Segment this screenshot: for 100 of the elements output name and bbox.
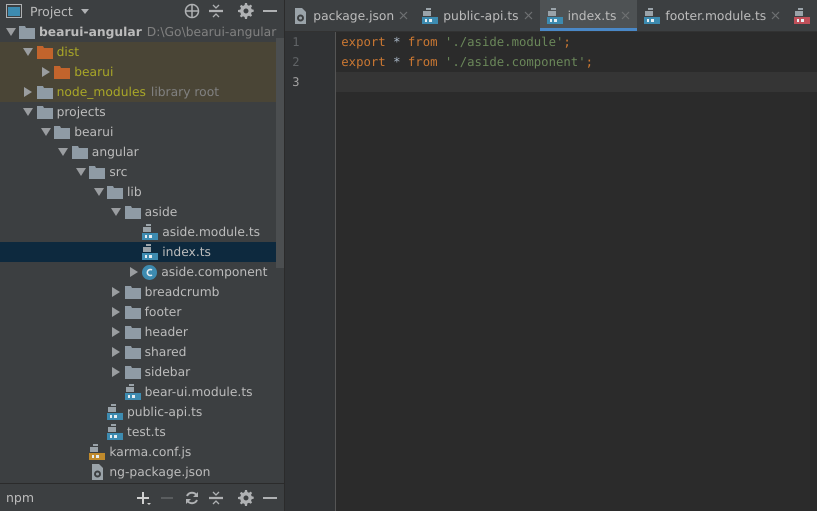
collapsed-arrow-icon[interactable] [111,287,122,297]
file-icon [89,444,106,460]
tree-row[interactable]: header [0,322,276,342]
file-name: ng-package.json [109,465,210,479]
tree-row[interactable]: aside [0,202,276,222]
file-name: bearui [74,125,114,139]
file-name: test.ts [127,425,166,439]
expanded-arrow-icon[interactable] [58,147,68,157]
tree-row[interactable]: aside.module.ts [0,222,276,242]
panel-title[interactable]: npm [6,490,34,505]
tree-row[interactable]: sidebar [0,362,276,382]
file-icon [422,8,438,24]
tree-row[interactable]: lib [0,182,276,202]
file-name: aside [144,205,178,219]
file-name: bearui-angular [39,25,142,39]
scrollbar[interactable] [276,38,284,268]
folder-icon [124,326,141,338]
expanded-arrow-icon[interactable] [23,107,34,117]
tree-row[interactable]: index.ts [0,242,276,262]
folder-icon [124,346,141,358]
collapsed-arrow-icon[interactable] [111,327,122,337]
file-name: aside.component [161,265,268,279]
editor-tab[interactable]: package.json [285,0,416,31]
file-name: aside.module.ts [162,225,260,239]
dropdown-caret-icon[interactable] [80,8,89,14]
folder-icon [124,206,141,218]
collapsed-arrow-icon[interactable] [111,347,122,357]
tree-row[interactable]: src [0,162,276,182]
tree-row[interactable]: aside.component [0,262,276,282]
folder-icon [36,46,53,58]
collapsed-arrow-icon[interactable] [111,307,122,317]
file-name: bear-ui.module.ts [144,385,253,399]
folder-icon [89,166,106,178]
file-name: lib [127,185,142,199]
expanded-arrow-icon[interactable] [23,47,34,57]
file-name: public-api.ts [127,405,202,419]
file-name: angular [92,145,139,159]
tree-row[interactable]: bearui [0,62,276,82]
folder-icon [124,286,141,298]
code-line: export * from './aside.component'; [340,54,594,71]
tree-row[interactable]: angular [0,142,276,162]
collapse-all-icon[interactable] [208,3,224,19]
file-name: header [144,325,188,339]
file-name: dist [56,45,80,59]
add-icon[interactable] [136,490,152,506]
json-file-icon [292,8,308,24]
path-hint: library root [150,85,220,99]
settings-icon[interactable] [238,3,254,19]
collapsed-arrow-icon[interactable] [128,267,139,277]
tree-row[interactable]: test.ts [0,422,276,442]
collapsed-arrow-icon[interactable] [40,67,51,77]
file-name: shared [144,345,186,359]
file-name: node_modules [56,85,146,99]
tree-row[interactable]: dist [0,42,276,62]
editor-tab[interactable]: footer.module.ts [637,0,788,31]
locate-icon[interactable] [184,3,200,19]
folder-icon [36,106,53,118]
settings-icon[interactable] [238,490,254,506]
expanded-arrow-icon[interactable] [6,27,16,37]
tree-row[interactable]: footer [0,302,276,322]
tree-row[interactable]: shared [0,342,276,362]
tree-row[interactable]: karma.conf.js [0,442,276,462]
folder-icon [124,366,141,378]
class-icon [142,264,158,280]
file-name: sidebar [144,365,190,379]
tree-row[interactable]: breadcrumb [0,282,276,302]
collapsed-arrow-icon[interactable] [111,367,122,377]
close-icon[interactable] [524,11,533,20]
tree-row[interactable]: ng-package.json [0,462,276,482]
refresh-icon[interactable] [184,490,200,506]
file-icon [142,244,158,260]
collapsed-arrow-icon[interactable] [23,87,34,97]
tree-row[interactable]: bearui-angular D:\Go\bearui-angular [0,22,276,42]
close-icon[interactable] [771,11,780,20]
tree-row[interactable]: public-api.ts [0,402,276,422]
panel-title[interactable]: Project [30,4,73,18]
expanded-arrow-icon[interactable] [111,207,122,217]
file-icon [107,404,123,420]
json-file-icon [89,464,106,480]
folder-icon [19,26,35,38]
expanded-arrow-icon[interactable] [76,167,86,177]
tree-row[interactable]: bear-ui.module.ts [0,382,276,402]
close-icon[interactable] [399,11,408,20]
folder-icon [54,126,70,138]
file-name: projects [56,105,106,119]
expanded-arrow-icon[interactable] [94,187,104,197]
editor-tab[interactable]: public-api.ts [415,0,540,31]
editor-tab[interactable]: index.ts [540,0,638,31]
file-icon [107,424,123,440]
file-icon [794,8,810,24]
panel-icon [6,4,22,18]
tree-row[interactable]: projects [0,102,276,122]
file-icon [546,8,563,24]
tree-row[interactable]: node_modules library root [0,82,276,102]
code-line: export * from './aside.module'; [340,34,572,51]
expanded-arrow-icon[interactable] [40,127,51,137]
collapse-all-icon[interactable] [208,490,224,506]
file-name: src [109,165,128,179]
tree-row[interactable]: bearui [0,122,276,142]
line-number: 3 [292,75,300,89]
